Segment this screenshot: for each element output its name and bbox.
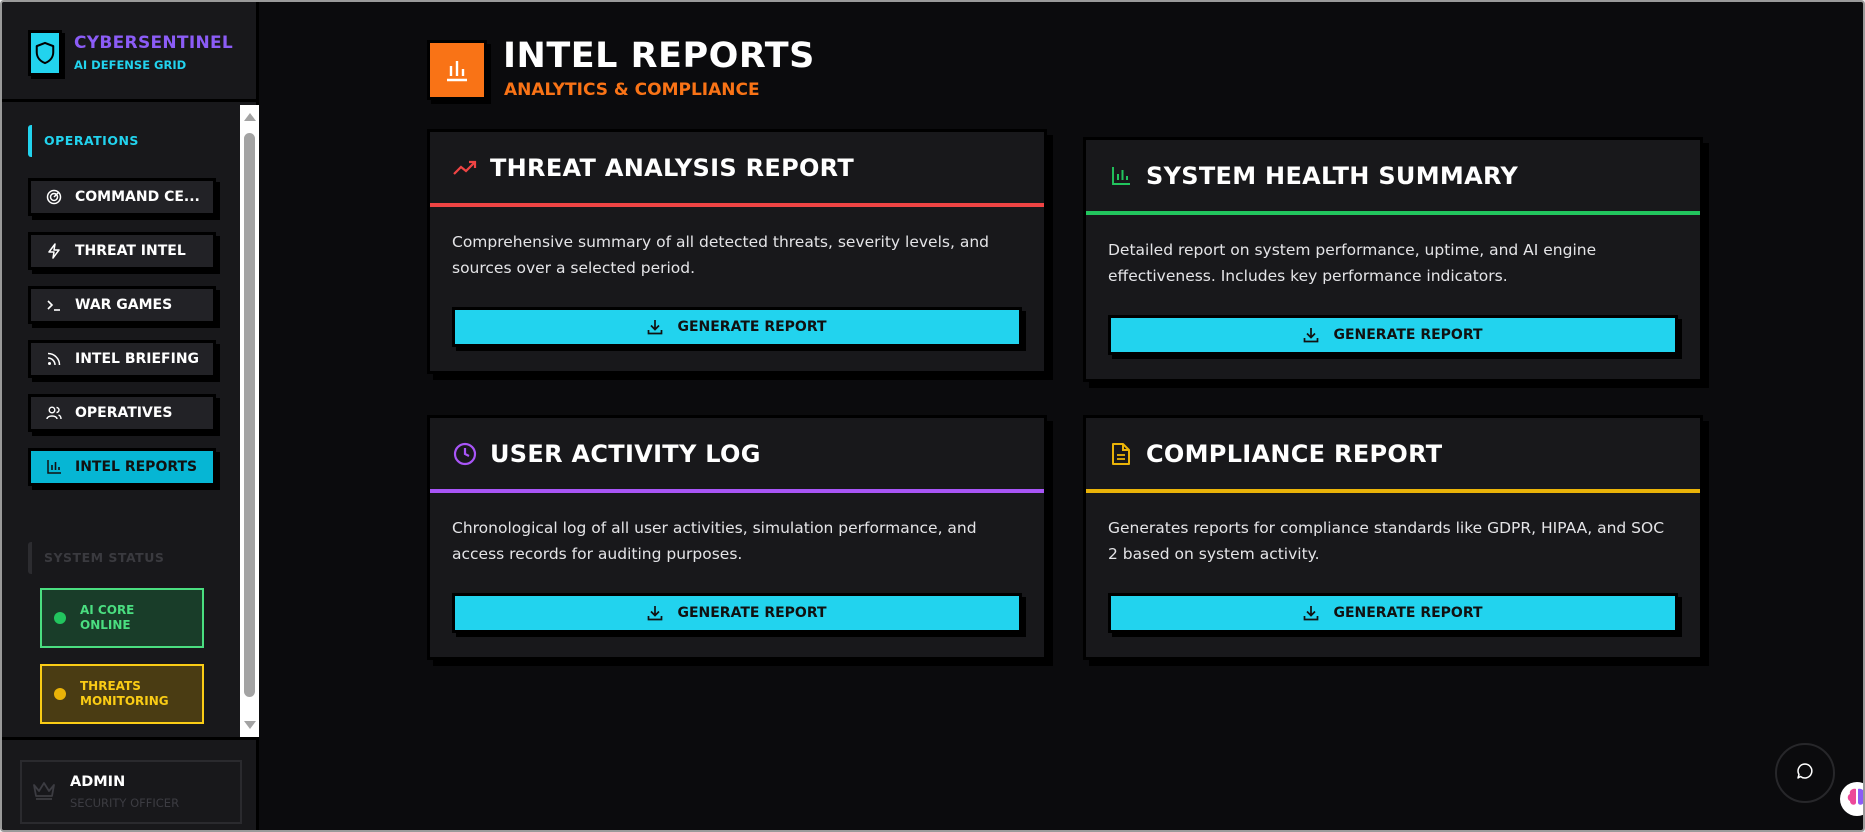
bar-chart-icon (427, 40, 487, 100)
card-header: COMPLIANCE REPORT (1086, 418, 1700, 493)
user-panel: ADMIN SECURITY OFFICER (2, 737, 259, 830)
sidebar-item-war-games[interactable]: WAR GAMES (28, 286, 216, 324)
card-header: SYSTEM HEALTH SUMMARY (1086, 140, 1700, 215)
sidebar-item-label: WAR GAMES (75, 297, 173, 313)
sidebar: CYBERSENTINEL AI DEFENSE GRID OPERATIONS… (2, 2, 259, 830)
status-threats: THREATS MONITORING (40, 664, 204, 724)
trending-up-icon (452, 155, 478, 181)
generate-report-button[interactable]: GENERATE REPORT (452, 307, 1022, 347)
scrollbar-thumb[interactable] (244, 133, 255, 697)
assistant-badge[interactable] (1840, 782, 1863, 816)
brain-icon (1846, 787, 1863, 811)
scroll-down-icon[interactable] (244, 721, 256, 729)
download-icon (1303, 327, 1319, 343)
sidebar-item-label: OPERATIVES (75, 405, 173, 421)
page-title: INTEL REPORTS (503, 36, 815, 76)
bar-chart-icon (1108, 163, 1134, 189)
app-window: CYBERSENTINEL AI DEFENSE GRID OPERATIONS… (0, 0, 1865, 832)
sidebar-item-label: INTEL BRIEFING (75, 351, 200, 367)
button-label: GENERATE REPORT (677, 605, 827, 621)
user-name: ADMIN (70, 774, 126, 790)
button-label: GENERATE REPORT (1333, 605, 1483, 621)
card-description: Generates reports for compliance standar… (1108, 519, 1665, 563)
button-label: GENERATE REPORT (1333, 327, 1483, 343)
sidebar-item-label: INTEL REPORTS (75, 459, 198, 475)
card-title: USER ACTIVITY LOG (490, 439, 761, 468)
card-header: USER ACTIVITY LOG (430, 418, 1044, 493)
user-role: SECURITY OFFICER (70, 796, 180, 810)
status-dot-monitoring (54, 688, 66, 700)
user-profile[interactable]: ADMIN SECURITY OFFICER (20, 760, 242, 824)
card-description: Comprehensive summary of all detected th… (452, 233, 989, 277)
rss-icon (45, 350, 63, 368)
sidebar-item-intel-briefing[interactable]: INTEL BRIEFING (28, 340, 216, 378)
brand-tagline: AI DEFENSE GRID (74, 58, 187, 72)
terminal-icon (45, 296, 63, 314)
report-card-user-activity: USER ACTIVITY LOG Chronological log of a… (427, 415, 1047, 660)
download-icon (647, 319, 663, 335)
sidebar-item-label: COMMAND CE... (75, 189, 200, 205)
report-card-threat-analysis: THREAT ANALYSIS REPORT Comprehensive sum… (427, 129, 1047, 374)
crown-icon (32, 780, 56, 804)
sidebar-nav: OPERATIONS COMMAND CE... THREAT INTEL WA… (2, 105, 259, 737)
report-card-system-health: SYSTEM HEALTH SUMMARY Detailed report on… (1083, 137, 1703, 382)
status-value: ONLINE (80, 618, 131, 632)
users-icon (45, 404, 63, 422)
card-title: SYSTEM HEALTH SUMMARY (1146, 161, 1519, 190)
sidebar-item-command-center[interactable]: COMMAND CE... (28, 178, 216, 216)
download-icon (1303, 605, 1319, 621)
sidebar-item-label: THREAT INTEL (75, 243, 186, 259)
button-label: GENERATE REPORT (677, 319, 827, 335)
card-description: Detailed report on system performance, u… (1108, 241, 1597, 285)
scroll-up-icon[interactable] (244, 113, 256, 121)
lightning-icon (45, 242, 63, 260)
card-title: THREAT ANALYSIS REPORT (490, 153, 855, 182)
section-title-system-status: SYSTEM STATUS (28, 542, 164, 574)
document-icon (1108, 441, 1134, 467)
status-label: AI CORE (80, 603, 135, 617)
card-header: THREAT ANALYSIS REPORT (430, 132, 1044, 207)
chat-button[interactable] (1775, 743, 1835, 803)
status-label: THREATS (80, 679, 141, 693)
status-dot-online (54, 612, 66, 624)
generate-report-button[interactable]: GENERATE REPORT (1108, 315, 1678, 355)
sidebar-scrollbar[interactable] (240, 105, 259, 737)
chat-bubble-icon (1796, 762, 1814, 784)
sidebar-item-threat-intel[interactable]: THREAT INTEL (28, 232, 216, 270)
brand-name: CYBERSENTINEL (74, 33, 234, 53)
shield-icon (28, 30, 62, 76)
card-title: COMPLIANCE REPORT (1146, 439, 1443, 468)
radar-icon (45, 188, 63, 206)
sidebar-item-intel-reports[interactable]: INTEL REPORTS (28, 448, 216, 486)
status-value: MONITORING (80, 694, 169, 708)
sidebar-item-operatives[interactable]: OPERATIVES (28, 394, 216, 432)
status-ai-core: AI CORE ONLINE (40, 588, 204, 648)
card-description: Chronological log of all user activities… (452, 519, 977, 563)
section-title-operations: OPERATIONS (28, 125, 139, 157)
page-subtitle: ANALYTICS & COMPLIANCE (504, 80, 760, 100)
report-card-compliance: COMPLIANCE REPORT Generates reports for … (1083, 415, 1703, 660)
generate-report-button[interactable]: GENERATE REPORT (452, 593, 1022, 633)
bar-chart-icon (45, 458, 63, 476)
generate-report-button[interactable]: GENERATE REPORT (1108, 593, 1678, 633)
brand-header: CYBERSENTINEL AI DEFENSE GRID (2, 2, 259, 102)
clock-icon (452, 441, 478, 467)
download-icon (647, 605, 663, 621)
